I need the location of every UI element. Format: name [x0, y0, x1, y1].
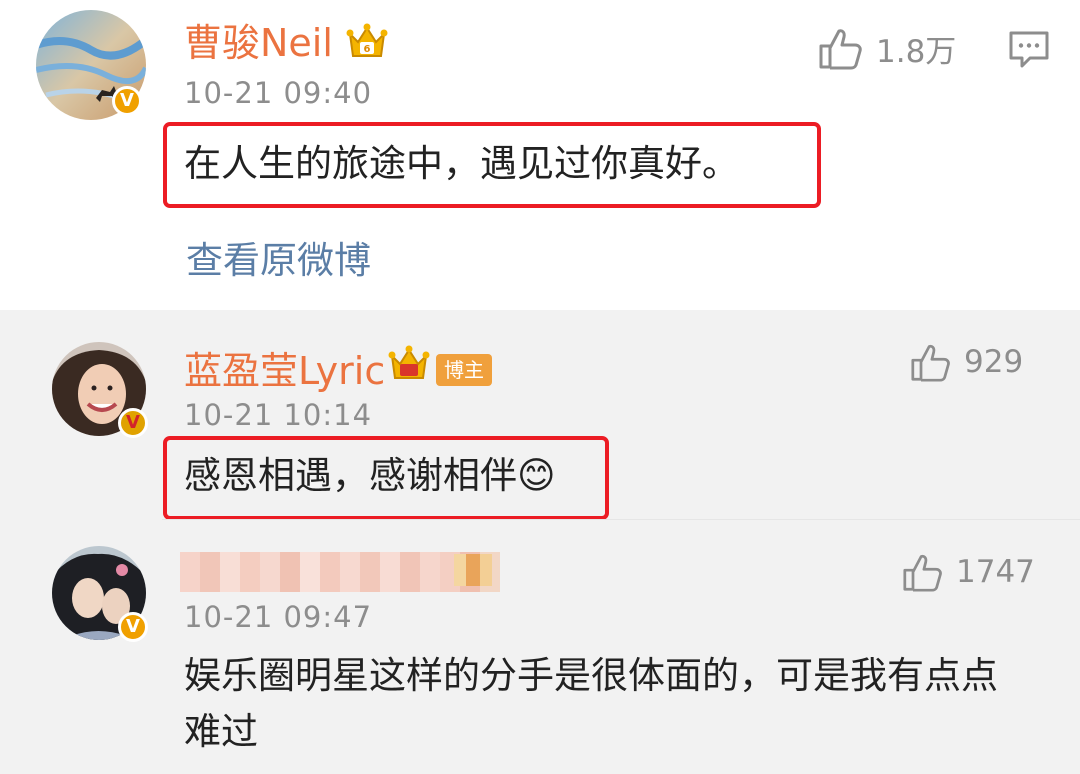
comment-time: 10-21 10:14 — [184, 398, 373, 432]
like-button[interactable]: 1.8万 — [818, 26, 956, 70]
comment-content: 感恩相遇，感谢相伴😊 — [184, 454, 556, 497]
thumbs-up-icon — [903, 554, 942, 592]
comment-item: V 10-21 09:47 1747 娱乐圈明星这样的分手是很体面的，可是我有点… — [0, 520, 1080, 774]
blogger-badge: 博主 — [436, 354, 492, 386]
crown-vip-icon — [452, 550, 494, 590]
username[interactable]: 曹骏Neil — [184, 20, 333, 66]
view-original-link[interactable]: 查看原微博 — [186, 230, 371, 284]
comment-content: 在人生的旅途中，遇见过你真好。 — [184, 142, 739, 185]
verified-v-icon: V — [112, 86, 142, 116]
like-count: 1747 — [956, 554, 1035, 590]
comment-item: V 曹骏Neil 6 10-21 09:40 1.8万 在人生的旅途中，遇见过你… — [0, 0, 1080, 310]
thumbs-up-icon — [819, 29, 862, 70]
username[interactable]: 蓝盈莹Lyric — [184, 348, 385, 394]
verified-v-icon: V — [118, 612, 148, 642]
comment-item: V 蓝盈莹Lyric 博主 10-21 10:14 929 感恩相遇，感谢相伴😊 — [0, 310, 1080, 520]
like-count: 929 — [964, 344, 1024, 380]
comment-time: 10-21 09:40 — [184, 76, 373, 110]
reply-comment-icon[interactable] — [1008, 30, 1050, 74]
verified-v-icon: V — [118, 408, 148, 438]
svg-text:6: 6 — [364, 44, 371, 55]
like-button[interactable]: 1747 — [902, 550, 1035, 594]
comment-content: 娱乐圈明星这样的分手是很体面的，可是我有点点难过 — [184, 654, 998, 753]
thumbs-up-icon — [911, 344, 950, 382]
crown-vip-icon: 6 — [346, 22, 388, 66]
comment-time: 10-21 09:47 — [184, 600, 373, 634]
like-count: 1.8万 — [876, 33, 957, 70]
crown-vip-icon — [388, 344, 430, 390]
like-button[interactable]: 929 — [910, 340, 1023, 384]
